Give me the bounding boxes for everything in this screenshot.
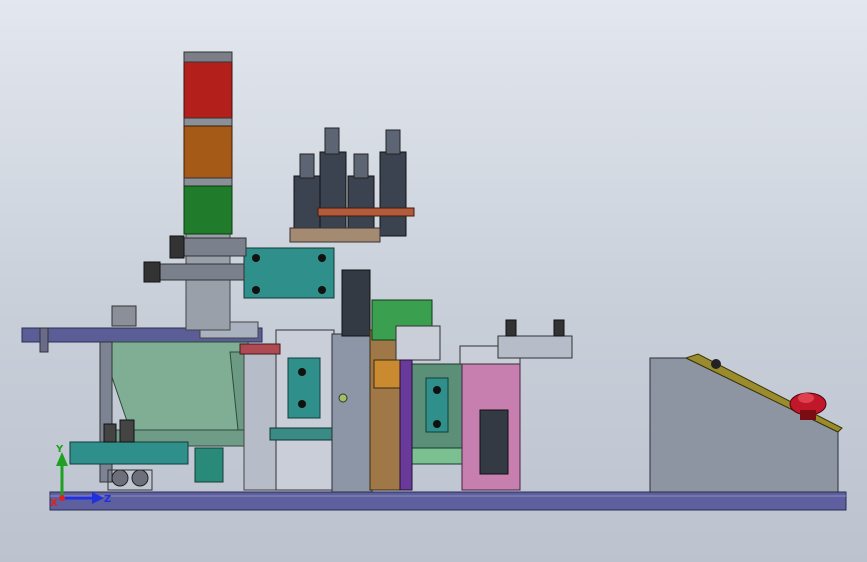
base-plate [49, 491, 847, 511]
tower-light-red [183, 59, 233, 119]
servo-motors [289, 127, 415, 243]
press-frame [239, 329, 337, 491]
triad-z-label: Z [104, 494, 111, 505]
tower-light-amber [183, 125, 233, 179]
cad-viewport[interactable]: Y Z X [0, 0, 867, 562]
triad-y-label: Y [55, 444, 64, 455]
signal-tower [111, 51, 233, 331]
tower-light-green [183, 185, 233, 235]
model-drawing[interactable]: Y Z X [0, 0, 867, 562]
operator-console [649, 353, 843, 493]
pneumatic-cylinder [497, 319, 573, 359]
triad-x-label: X [50, 498, 58, 509]
gantry-block [143, 235, 335, 299]
